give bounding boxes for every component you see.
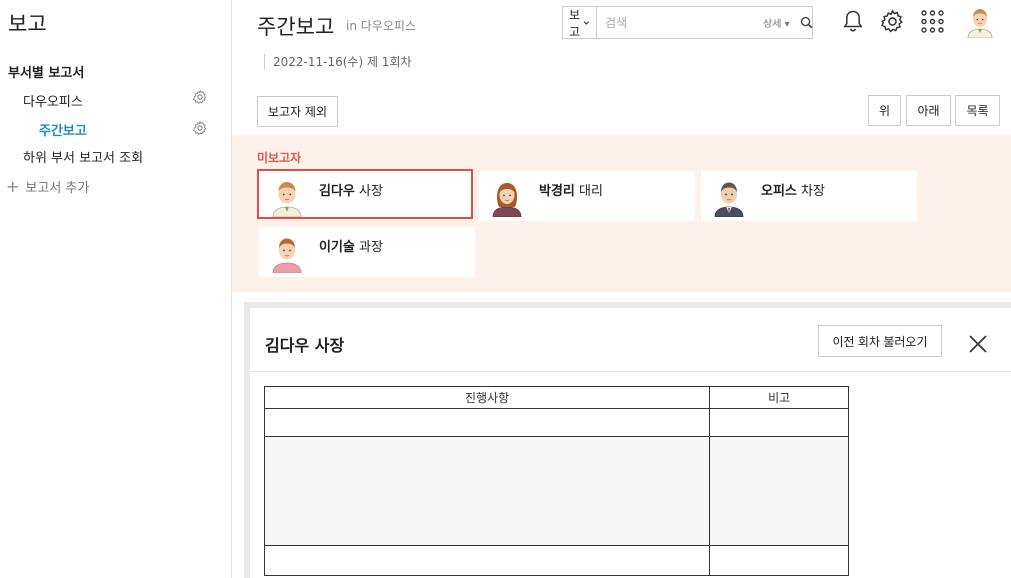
search-scope-select[interactable]: 보고	[563, 7, 598, 39]
sidebar: 보고 부서별 보고서 다우오피스 주간보고 하위 부서 보고서 조회 + 보고서…	[0, 0, 232, 578]
search-button[interactable]	[800, 13, 813, 33]
list-button[interactable]: 목록	[955, 95, 1000, 126]
sidebar-title: 보고	[8, 12, 47, 36]
report-date: 2022-11-16(수) 제 1회차	[264, 54, 412, 70]
reporter-name: 오피스 차장	[761, 184, 825, 199]
move-down-button[interactable]: 아래	[906, 95, 951, 126]
column-header-notes: 비고	[709, 386, 849, 409]
bell-icon[interactable]	[842, 9, 864, 33]
avatar	[272, 238, 302, 273]
table-cell[interactable]	[263, 408, 711, 437]
reporter-name: 박경리 대리	[539, 184, 603, 199]
reporter-name: 김다우 사장	[319, 184, 383, 199]
chevron-down-icon	[584, 20, 590, 25]
add-report-label: 보고서 추가	[25, 181, 90, 196]
table-cell[interactable]	[709, 545, 849, 576]
reporter-card[interactable]: 오피스 차장	[701, 171, 917, 221]
app-grid-icon[interactable]	[920, 9, 945, 34]
table-cell[interactable]	[263, 545, 711, 576]
app-root: 보고 부서별 보고서 다우오피스 주간보고 하위 부서 보고서 조회 + 보고서…	[0, 0, 1011, 578]
move-up-button[interactable]: 위	[868, 95, 901, 126]
column-header-progress: 진행사항	[263, 386, 711, 409]
sidebar-item-sub-dept-reports[interactable]: 하위 부서 보고서 조회	[23, 147, 143, 166]
search-input[interactable]	[597, 7, 764, 38]
search-scope-value: 보고	[569, 7, 581, 39]
exclude-reporter-button[interactable]: 보고자 제외	[257, 96, 338, 127]
settings-gear-icon[interactable]	[880, 9, 905, 34]
gear-icon[interactable]	[192, 120, 208, 136]
page-subtitle: in 다우오피스	[346, 19, 416, 33]
add-report-button[interactable]: + 보고서 추가	[6, 177, 89, 196]
reporter-card[interactable]: 이기술 과장	[259, 227, 475, 277]
avatar	[714, 182, 744, 217]
load-previous-round-button[interactable]: 이전 회차 불러오기	[818, 325, 942, 357]
search-icon	[800, 16, 812, 29]
sidebar-item-weekly-report[interactable]: 주간보고	[39, 120, 87, 139]
report-detail-wrapper: 김다우 사장 이전 회차 불러오기 진행사항 비고	[244, 302, 1011, 578]
reporter-name: 이기술 과장	[319, 240, 383, 255]
user-avatar[interactable]	[965, 6, 995, 38]
avatar	[492, 183, 522, 217]
non-reporters-section: 미보고자 김다우 사장 박경리 대리 오피스 차장 이기술 과장	[232, 135, 1011, 292]
search-bar: 보고 상세 ▾	[562, 6, 813, 39]
sidebar-item-daou-office[interactable]: 다우오피스	[23, 91, 83, 110]
reporter-card[interactable]: 박경리 대리	[479, 171, 695, 221]
table-cell[interactable]	[263, 436, 711, 546]
reporter-card[interactable]: 김다우 사장	[257, 169, 473, 219]
close-icon[interactable]	[967, 333, 989, 355]
page-title: 주간보고	[257, 15, 335, 39]
panel-divider	[250, 371, 1011, 372]
panel-title: 김다우 사장	[265, 336, 345, 355]
report-table: 진행사항 비고	[263, 386, 849, 576]
plus-icon: +	[6, 176, 20, 196]
report-detail-panel: 김다우 사장 이전 회차 불러오기 진행사항 비고	[250, 308, 1011, 578]
table-cell[interactable]	[709, 408, 849, 437]
table-cell[interactable]	[709, 436, 849, 546]
avatar	[272, 182, 302, 217]
search-detail-toggle[interactable]: 상세 ▾	[763, 15, 790, 30]
sidebar-section-title: 부서별 보고서	[8, 66, 85, 81]
gear-icon[interactable]	[192, 89, 208, 105]
non-reporters-label: 미보고자	[257, 151, 302, 165]
